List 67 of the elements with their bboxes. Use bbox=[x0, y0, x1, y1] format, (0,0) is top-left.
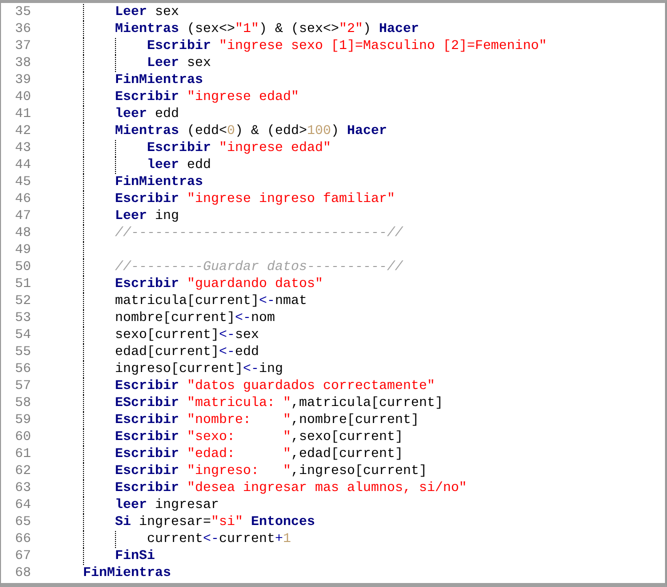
code-line: leer edd bbox=[115, 106, 179, 123]
line-number: 48 bbox=[14, 225, 31, 242]
code-line: Escribir "desea ingresar mas alumnos, si/no" bbox=[115, 480, 467, 497]
code-line: FinMientras bbox=[83, 565, 171, 582]
code-line: ingreso[current]<-ing bbox=[115, 361, 283, 378]
line-number: 40 bbox=[14, 89, 31, 106]
line-number: 42 bbox=[14, 123, 31, 140]
line-number: 38 bbox=[14, 55, 31, 72]
code-line: Mientras (sex<>"1") & (sex<>"2") Hacer bbox=[115, 21, 419, 38]
code-line: EScribir "matricula: ",matricula[current] bbox=[115, 395, 443, 412]
code-line: current<-current+1 bbox=[147, 531, 291, 548]
line-number: 36 bbox=[14, 21, 31, 38]
line-number: 51 bbox=[14, 276, 31, 293]
code-line: Leer sex bbox=[115, 4, 179, 21]
line-number: 46 bbox=[14, 191, 31, 208]
line-number: 47 bbox=[14, 208, 31, 225]
code-line: leer edd bbox=[147, 157, 211, 174]
line-number: 61 bbox=[14, 446, 31, 463]
line-number: 67 bbox=[14, 548, 31, 565]
line-number: 66 bbox=[14, 531, 31, 548]
line-number: 53 bbox=[14, 310, 31, 327]
code-line: nombre[current]<-nom bbox=[115, 310, 275, 327]
line-number: 52 bbox=[14, 293, 31, 310]
line-number: 35 bbox=[14, 4, 31, 21]
line-number: 65 bbox=[14, 514, 31, 531]
code-line: Escribir "ingrese sexo [1]=Masculino [2]=Femenino" bbox=[147, 38, 547, 55]
line-number: 63 bbox=[14, 480, 31, 497]
line-number: 39 bbox=[14, 72, 31, 89]
code-line: Escribir "ingrese ingreso familiar" bbox=[115, 191, 395, 208]
code-line: Escribir "guardando datos" bbox=[115, 276, 323, 293]
line-number: 49 bbox=[14, 242, 31, 259]
line-number: 44 bbox=[14, 157, 31, 174]
code-line: Escribir "ingreso: ",ingreso[current] bbox=[115, 463, 427, 480]
code-line: Escribir "sexo: ",sexo[current] bbox=[115, 429, 403, 446]
code-line: Leer ing bbox=[115, 208, 179, 225]
line-number: 68 bbox=[14, 565, 31, 582]
line-number: 56 bbox=[14, 361, 31, 378]
code-line: Escribir "ingrese edad" bbox=[115, 89, 299, 106]
code-line: //---------Guardar datos----------// bbox=[115, 259, 403, 276]
code-line: FinSi bbox=[115, 548, 155, 565]
line-number: 55 bbox=[14, 344, 31, 361]
code-line: Escribir "nombre: ",nombre[current] bbox=[115, 412, 419, 429]
line-number: 37 bbox=[14, 38, 31, 55]
line-number: 62 bbox=[14, 463, 31, 480]
line-number: 43 bbox=[14, 140, 31, 157]
code-line: Escribir "ingrese edad" bbox=[147, 140, 331, 157]
code-line: Si ingresar="si" Entonces bbox=[115, 514, 315, 531]
code-line: matricula[current]<-nmat bbox=[115, 293, 307, 310]
code-line: leer ingresar bbox=[115, 497, 219, 514]
code-line: FinMientras bbox=[115, 174, 203, 191]
code-line: Escribir "datos guardados correctamente" bbox=[115, 378, 435, 395]
line-number: 45 bbox=[14, 174, 31, 191]
line-number: 60 bbox=[14, 429, 31, 446]
line-number: 64 bbox=[14, 497, 31, 514]
code-line: //--------------------------------// bbox=[115, 225, 403, 242]
code-line: sexo[current]<-sex bbox=[115, 327, 259, 344]
line-number: 50 bbox=[14, 259, 31, 276]
line-number: 54 bbox=[14, 327, 31, 344]
code-line: edad[current]<-edd bbox=[115, 344, 259, 361]
code-line: Escribir "edad: ",edad[current] bbox=[115, 446, 403, 463]
line-number: 59 bbox=[14, 412, 31, 429]
code-line: Leer sex bbox=[147, 55, 211, 72]
line-number: 41 bbox=[14, 106, 31, 123]
code-line: FinMientras bbox=[115, 72, 203, 89]
line-number: 58 bbox=[14, 395, 31, 412]
line-number: 57 bbox=[14, 378, 31, 395]
code-line: Mientras (edd<0) & (edd>100) Hacer bbox=[115, 123, 387, 140]
